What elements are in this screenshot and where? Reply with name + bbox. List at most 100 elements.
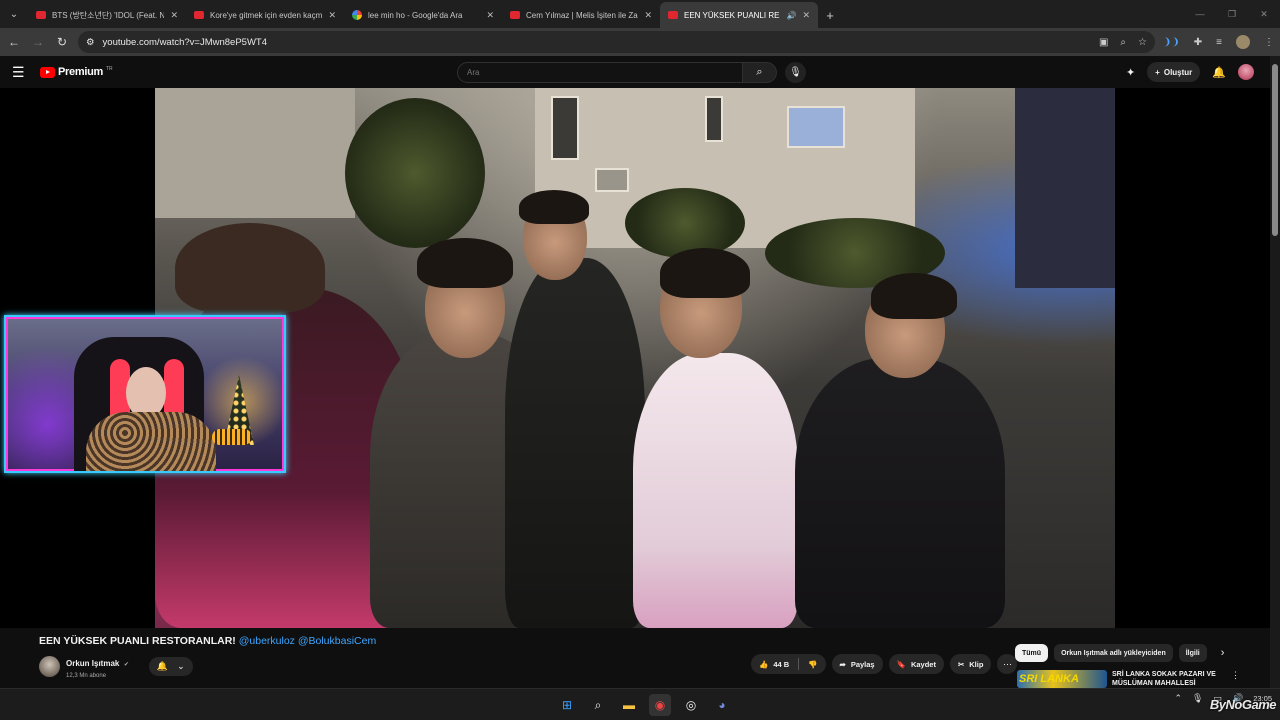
kebab-menu-icon[interactable]: ⋮	[1231, 670, 1240, 688]
minimize-icon[interactable]: —	[1184, 0, 1216, 28]
window	[705, 96, 723, 142]
profile-avatar[interactable]	[1236, 35, 1250, 49]
search-box: ⌕	[457, 62, 777, 83]
notifications-bell-icon[interactable]: 🔔	[1212, 66, 1226, 79]
install-icon[interactable]: ▣	[1099, 37, 1108, 48]
video-mentions[interactable]: @uberkuloz @BolukbasiCem	[239, 635, 376, 647]
windows-start-icon[interactable]: ⊞	[556, 694, 578, 716]
new-tab-button[interactable]: +	[818, 2, 842, 28]
menu-kebab-icon[interactable]: ⋮	[1264, 37, 1274, 48]
browser-tab[interactable]: Kore'ye gitmek için evden kaçm ✕	[186, 2, 344, 28]
close-icon[interactable]: ✕	[328, 10, 336, 21]
tab-search-button[interactable]: ⌄	[0, 0, 28, 28]
bookmark-star-icon[interactable]: ☆	[1138, 37, 1147, 48]
page-scrollbar[interactable]	[1270, 56, 1280, 688]
restore-icon[interactable]: ❐	[1216, 0, 1248, 28]
channel-avatar[interactable]	[39, 655, 60, 677]
hamburger-menu-icon[interactable]: ☰	[12, 64, 32, 81]
video-title: EEN YÜKSEK PUANLI RESTORANLAR! @uberkulo…	[39, 635, 376, 647]
chevron-up-icon[interactable]: ⌃	[1175, 693, 1183, 704]
like-count[interactable]: 44 B	[773, 660, 789, 669]
streamer-body	[86, 412, 216, 471]
windows-taskbar: ⊞ ⌕ ▬ ◉ ◎ ◕ ⌃ 🎙 ▭ 🔊 23:05	[0, 688, 1280, 720]
youtube-icon	[510, 11, 520, 19]
channel-name[interactable]: Orkun Işıtmak	[66, 659, 119, 668]
subscribed-button[interactable]: 🔔 ⌄	[148, 656, 193, 676]
chip-all[interactable]: Tümü	[1015, 644, 1049, 662]
voice-search-button[interactable]: 🎙	[785, 62, 806, 83]
close-icon[interactable]: ✕	[802, 10, 810, 21]
app-icon[interactable]: ◎	[680, 694, 702, 716]
discord-icon[interactable]: ◕	[711, 694, 733, 716]
save-button[interactable]: 🔖 Kaydet	[888, 654, 944, 674]
google-icon	[352, 10, 362, 20]
recommended-title[interactable]: SRİ LANKA SOKAK PAZARI VE MÜSLÜMAN MAHAL…	[1112, 670, 1220, 688]
person-hair	[871, 273, 957, 319]
forward-icon[interactable]: →	[30, 35, 46, 49]
clip-button[interactable]: ✂ Klip	[949, 654, 992, 674]
site-info-icon[interactable]: ⚙	[86, 37, 95, 48]
recommended-video[interactable]: SRI LANKA SRİ LANKA SOKAK PAZARI VE MÜSL…	[1017, 670, 1240, 688]
search-button[interactable]: ⌕	[743, 62, 777, 83]
youtube-icon	[668, 11, 678, 19]
zoom-icon[interactable]: ⌕	[1120, 37, 1126, 48]
close-icon[interactable]: ✕	[644, 10, 652, 21]
subscriber-count: 12,3 Mn abone	[66, 673, 107, 679]
close-icon[interactable]: ✕	[170, 10, 178, 21]
chrome-icon[interactable]: ◉	[649, 694, 671, 716]
extension-icon[interactable]: ❩❩	[1163, 37, 1180, 48]
share-button[interactable]: ➦ Paylaş	[831, 654, 883, 674]
chevron-right-icon[interactable]: ›	[1221, 647, 1225, 659]
tree	[345, 98, 485, 248]
video-frame[interactable]	[155, 88, 1115, 628]
back-icon[interactable]: ←	[6, 35, 22, 49]
search-icon[interactable]: ⌕	[587, 694, 609, 716]
browser-tab-bar: ⌄ BTS (방탄소년단) 'IDOL (Feat. Ni ✕ Kore'ye …	[0, 0, 1280, 28]
chip-from-uploader[interactable]: Orkun Işıtmak adlı yükleyiciden	[1054, 644, 1173, 662]
tab-title: Kore'ye gitmek için evden kaçm	[210, 10, 323, 20]
user-avatar[interactable]	[1238, 64, 1254, 80]
ac-unit	[595, 168, 629, 192]
person-hair	[660, 248, 750, 298]
channel-row: Orkun Işıtmak ✔ 12,3 Mn abone 🔔 ⌄	[39, 653, 193, 679]
microphone	[212, 429, 252, 445]
dislike-icon[interactable]: 👎	[808, 660, 817, 669]
building-right	[1015, 88, 1115, 288]
browser-tab[interactable]: BTS (방탄소년단) 'IDOL (Feat. Ni ✕	[28, 2, 186, 28]
puzzle-icon[interactable]: ✚	[1194, 37, 1202, 48]
bush	[625, 188, 745, 258]
cast-icon[interactable]: ✦	[1126, 66, 1135, 79]
browser-tab[interactable]: Cem Yılmaz | Melis İşiten ile Za ✕	[502, 2, 660, 28]
reload-icon[interactable]: ↻	[54, 35, 70, 49]
search-input[interactable]	[457, 62, 743, 83]
close-icon[interactable]: ✕	[486, 10, 494, 21]
more-icon: ⋯	[1002, 658, 1012, 669]
plus-icon: +	[1155, 67, 1160, 77]
person-black	[505, 258, 645, 628]
youtube-icon	[36, 11, 46, 19]
media-icon[interactable]: ≡	[1216, 37, 1222, 48]
youtube-logo[interactable]: Premium TR	[40, 66, 113, 78]
browser-tab[interactable]: lee min ho - Google'da Ara ✕	[344, 2, 502, 28]
browser-tab-active[interactable]: EEN YÜKSEK PUANLI RESTO 🔊 ✕	[660, 2, 818, 28]
address-bar: ← → ↻ ⚙ youtube.com/watch?v=JMwn8eP5WT4 …	[0, 28, 1280, 56]
verified-icon: ✔	[123, 662, 129, 668]
save-label: Kaydet	[910, 659, 936, 669]
window-lit	[787, 106, 845, 148]
header-actions: ✦ + Oluştur 🔔	[1126, 62, 1254, 82]
scrollbar-thumb[interactable]	[1272, 64, 1278, 236]
file-explorer-icon[interactable]: ▬	[618, 694, 640, 716]
divider	[798, 658, 800, 670]
speaker-icon[interactable]: 🔊	[786, 11, 796, 20]
create-button[interactable]: + Oluştur	[1147, 62, 1201, 82]
bell-icon: 🔔	[156, 660, 169, 671]
chip-related[interactable]: İlgili	[1178, 644, 1207, 662]
url-field[interactable]: ⚙ youtube.com/watch?v=JMwn8eP5WT4 ▣ ⌕ ☆	[78, 31, 1155, 53]
create-label: Oluştur	[1163, 67, 1193, 77]
close-window-icon[interactable]: ✕	[1248, 0, 1280, 28]
like-dislike-group: 👍 44 B 👎	[751, 654, 826, 674]
mic-icon[interactable]: 🎙	[1192, 693, 1203, 704]
like-icon[interactable]: 👍	[759, 660, 768, 669]
webcam-overlay	[4, 315, 286, 473]
recommended-thumbnail[interactable]: SRI LANKA	[1017, 670, 1107, 688]
